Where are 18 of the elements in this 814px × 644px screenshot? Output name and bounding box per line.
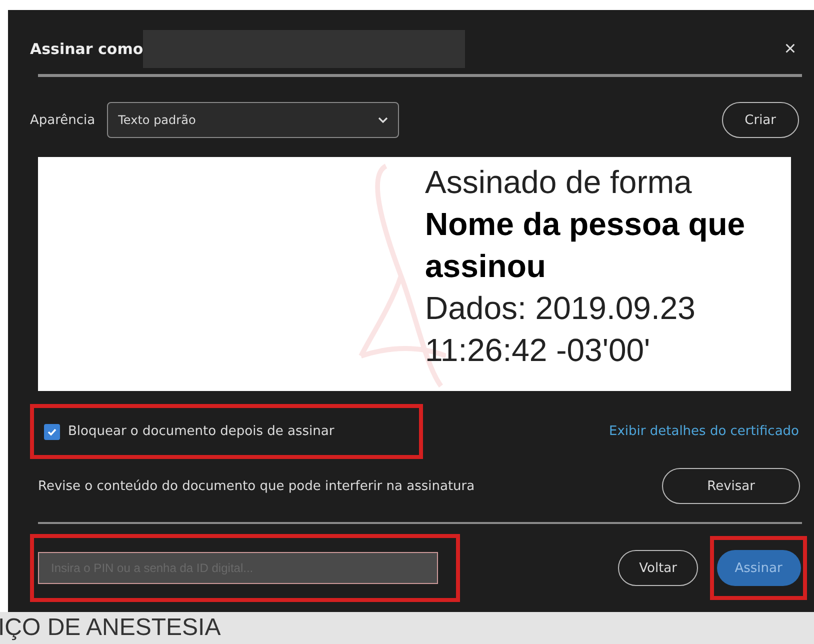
checkmark-icon xyxy=(47,426,57,436)
lock-checkbox[interactable]: Bloquear o documento depois de assinar xyxy=(44,424,334,440)
signature-text: Dados: 2019.09.23 xyxy=(425,289,696,328)
chevron-down-icon xyxy=(378,116,388,124)
appearance-label: Aparência xyxy=(30,112,96,128)
signature-text: 11:26:42 -03'00' xyxy=(425,331,652,370)
signature-text: Assinado de forma xyxy=(425,163,693,202)
back-button[interactable]: Voltar xyxy=(618,550,698,586)
document-text: IÇO DE ANESTESIA xyxy=(0,614,221,642)
signature-text: assinou xyxy=(425,247,547,286)
close-button[interactable]: × xyxy=(784,38,796,60)
review-text: Revise o conteúdo do documento que pode interferir na assinatura xyxy=(38,478,475,494)
create-button[interactable]: Criar xyxy=(722,102,799,138)
dialog-title: Assinar como xyxy=(30,40,144,58)
appearance-dropdown[interactable]: Texto padrão xyxy=(107,102,400,138)
certificate-details-link[interactable]: Exibir detalhes do certificado xyxy=(609,424,799,439)
signature-text: Nome da pessoa que xyxy=(425,205,746,244)
review-button[interactable]: Revisar xyxy=(662,468,800,504)
